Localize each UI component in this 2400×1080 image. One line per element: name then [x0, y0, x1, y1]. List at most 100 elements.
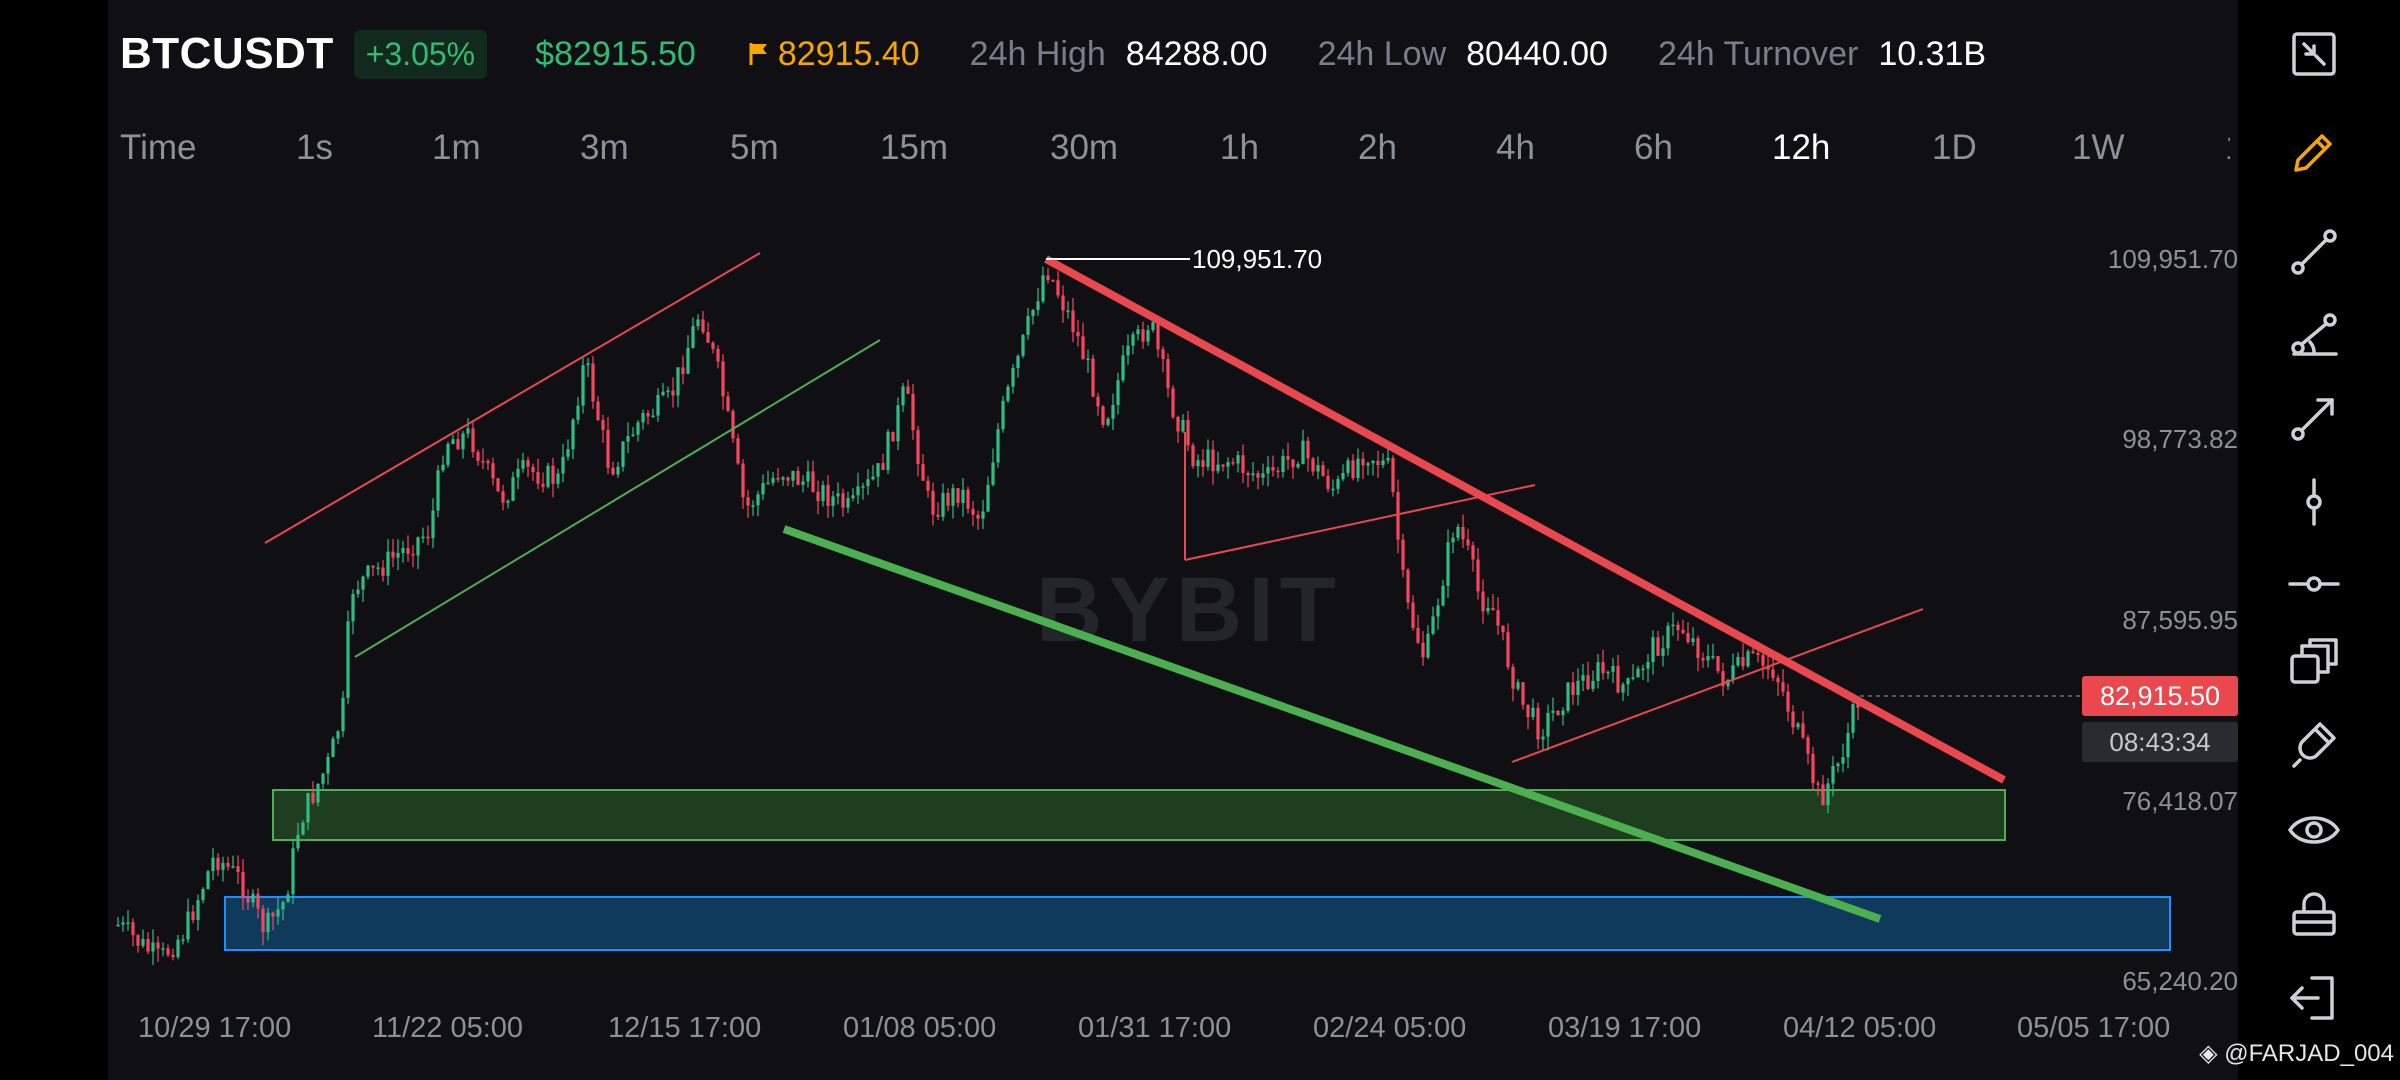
candle-body	[931, 490, 935, 515]
horizontal-line-icon[interactable]	[2286, 556, 2342, 612]
support-zone[interactable]	[272, 789, 2006, 841]
candle-body	[961, 489, 965, 504]
candle-body	[256, 893, 260, 909]
candle-body	[1601, 662, 1605, 674]
candle-body	[231, 866, 235, 868]
candle-body	[686, 347, 690, 374]
candle-body	[466, 428, 470, 434]
candle-body	[536, 472, 540, 484]
candlestick-chart[interactable]	[0, 0, 2400, 1080]
candle-body	[336, 731, 340, 739]
wedge-upper-trendline[interactable]	[1184, 484, 1536, 561]
candle-body	[481, 460, 485, 463]
candle-body	[576, 405, 580, 420]
candle-body	[801, 481, 805, 485]
candle-body	[656, 395, 660, 416]
falling-support-trendline[interactable]	[782, 525, 1882, 923]
ray-icon[interactable]	[2286, 390, 2342, 446]
candle-body	[1186, 419, 1190, 446]
layers-icon[interactable]	[2286, 634, 2342, 690]
candle-body	[1551, 710, 1555, 713]
time-axis-label: 10/29 17:00	[138, 1012, 292, 1044]
candle-body	[1736, 657, 1740, 666]
candle-body	[1166, 359, 1170, 389]
candle-body	[1626, 678, 1630, 685]
falling-resistance-trendline[interactable]	[1044, 255, 2006, 784]
candle-body	[1426, 633, 1430, 658]
candle-body	[916, 430, 920, 465]
candle-body	[731, 410, 735, 439]
candle-body	[1286, 456, 1290, 460]
time-axis-label: 11/22 05:00	[372, 1012, 524, 1044]
candle-body	[1486, 607, 1490, 612]
candle-body	[996, 429, 1000, 463]
candle-body	[1851, 704, 1855, 733]
candle-body	[1171, 388, 1175, 417]
exit-icon[interactable]	[2286, 970, 2342, 1026]
candle-body	[1816, 783, 1820, 785]
candle-body	[151, 942, 155, 952]
lock-icon[interactable]	[2286, 886, 2342, 942]
candle-body	[1786, 691, 1790, 712]
candle-body	[116, 924, 120, 927]
candle-body	[1571, 682, 1575, 696]
candle-body	[1446, 542, 1450, 586]
candle-body	[856, 486, 860, 496]
candle-body	[266, 912, 270, 933]
candle-body	[666, 390, 670, 393]
angle-icon[interactable]	[2286, 306, 2342, 362]
candle-body	[681, 367, 685, 374]
current-price-tag: 82,915.50	[2082, 676, 2238, 716]
candle-body	[506, 500, 510, 503]
trendline-icon[interactable]	[2286, 224, 2342, 280]
candle-body	[746, 497, 750, 506]
candle-body	[1141, 329, 1145, 342]
channel-lower-trendline[interactable]	[354, 339, 881, 658]
candle-body	[1661, 648, 1665, 656]
candle-body	[1161, 349, 1165, 360]
candle-body	[1386, 458, 1390, 461]
candle-body	[1306, 440, 1310, 459]
candle-body	[786, 477, 790, 481]
magnet-icon[interactable]	[2286, 718, 2342, 774]
candle-body	[1266, 467, 1270, 474]
candle-body	[816, 491, 820, 502]
fullscreen-exit-icon[interactable]	[2286, 26, 2342, 82]
candle-body	[501, 491, 505, 503]
candle-body	[156, 942, 160, 949]
candle-body	[1136, 329, 1140, 335]
candle-body	[566, 449, 570, 457]
candle-body	[561, 456, 565, 474]
pencil-icon[interactable]	[2286, 124, 2342, 180]
candle-body	[1336, 479, 1340, 489]
candle-body	[161, 948, 165, 950]
candle-body	[1291, 459, 1295, 468]
candle-body	[1831, 765, 1835, 784]
candle-body	[1396, 492, 1400, 540]
vertical-line-icon[interactable]	[2286, 474, 2342, 530]
candle-body	[1596, 662, 1600, 681]
time-axis-label: 01/31 17:00	[1078, 1012, 1232, 1044]
candle-body	[276, 909, 280, 917]
candle-body	[1796, 723, 1800, 728]
candle-body	[131, 922, 135, 936]
candle-body	[861, 486, 865, 488]
price-axis-label: 87,595.95	[2122, 605, 2238, 635]
price-axis-label: 109,951.70	[2107, 244, 2238, 274]
candle-body	[1081, 336, 1085, 360]
author-credit: ◈ @FARJAD_004	[2199, 1039, 2394, 1068]
candle-body	[1376, 460, 1380, 466]
candle-body	[1221, 464, 1225, 467]
candle-body	[906, 386, 910, 394]
candle-body	[766, 482, 770, 485]
candle-body	[186, 911, 190, 940]
candle-body	[776, 477, 780, 480]
candle-body	[1321, 465, 1325, 476]
candle-body	[546, 465, 550, 487]
eye-icon[interactable]	[2286, 802, 2342, 858]
price-axis-label: 76,418.07	[2122, 786, 2238, 816]
candle-body	[456, 439, 460, 450]
demand-zone[interactable]	[224, 896, 2171, 951]
candle-body	[1686, 632, 1690, 643]
candle-body	[1461, 526, 1465, 540]
